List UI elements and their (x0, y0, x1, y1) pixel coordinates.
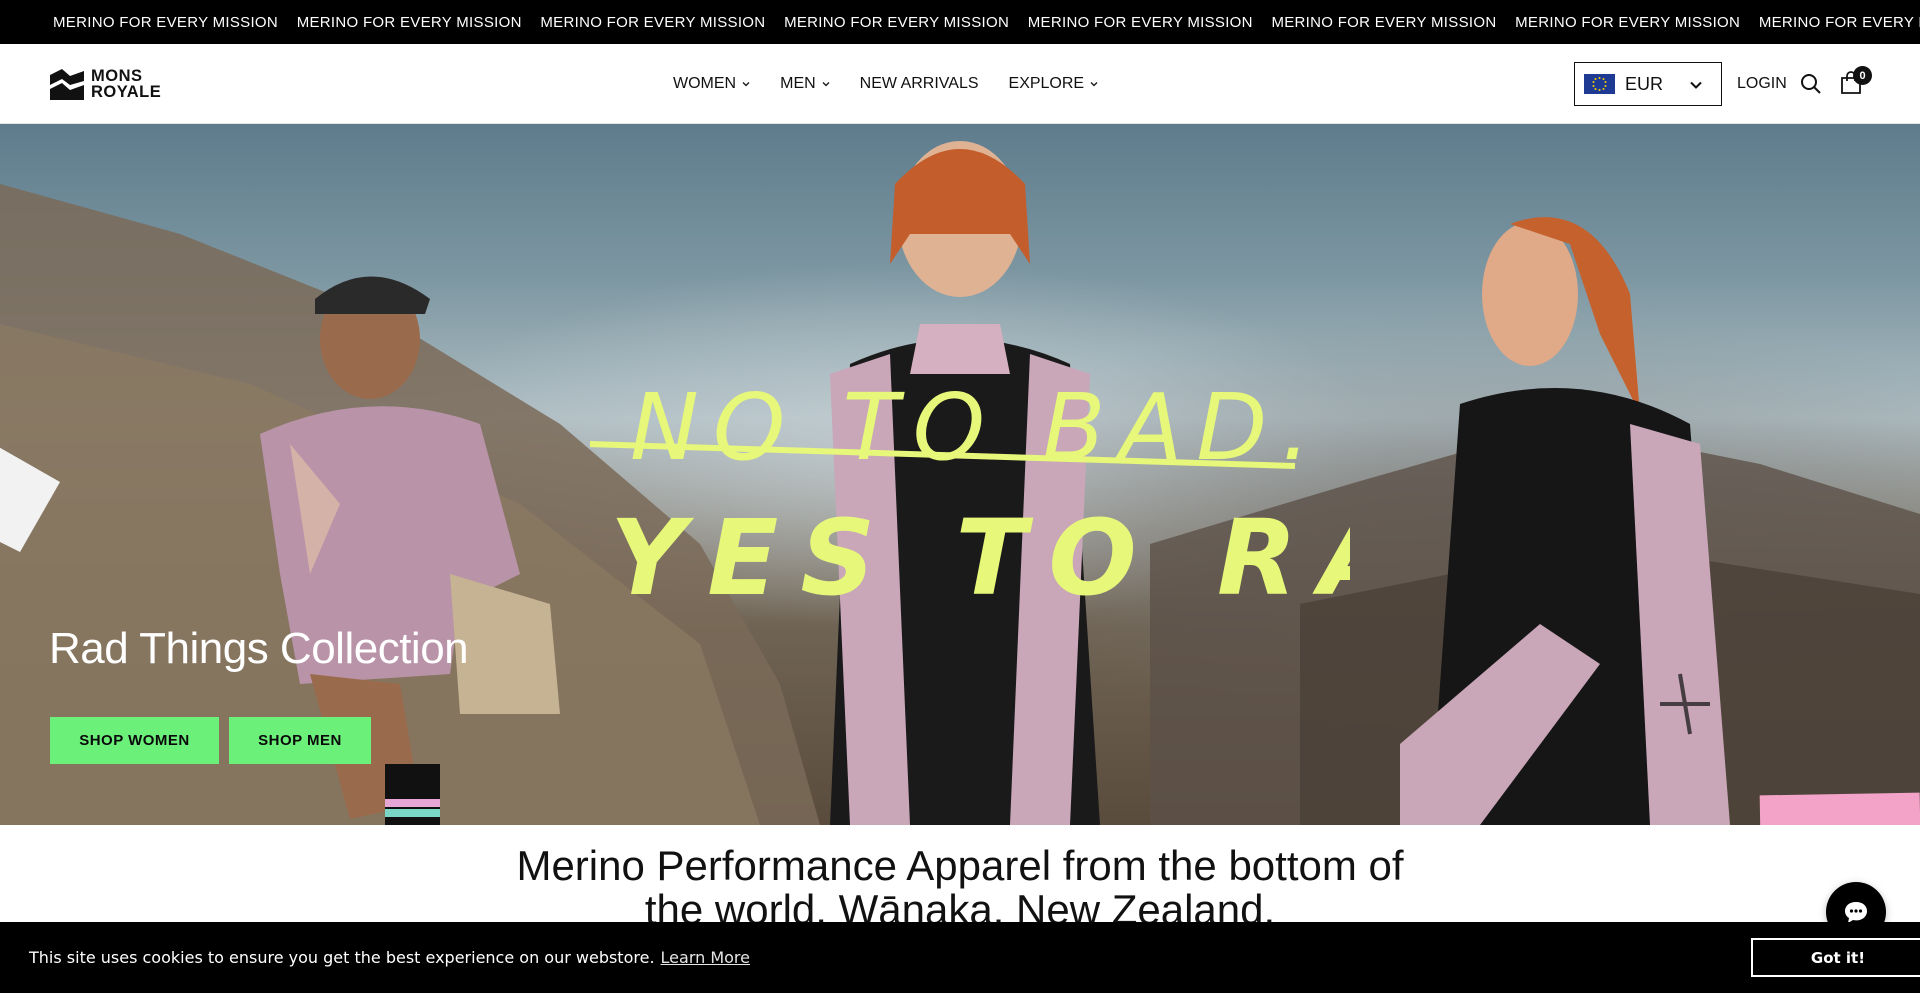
announcement-item: MERINO FOR EVERY MI (1758, 13, 1920, 31)
announcement-item: MERINO FOR EVERY MISSION (1515, 13, 1741, 31)
site-header: MONS ROYALE WOMEN MEN NEW ARRIVALS EXPLO… (0, 44, 1920, 124)
announcement-item: MERINO FOR EVERY MISSION (1027, 13, 1253, 31)
cookie-accept-button[interactable]: Got it! (1751, 938, 1920, 977)
intro-section: Merino Performance Apparel from the bott… (0, 825, 1920, 932)
announcement-item: MERINO FOR EVERY MISSION (1271, 13, 1497, 31)
hero-banner[interactable]: NO TO BAD. YES TO RAD Rad Things Collect… (0, 124, 1920, 825)
chevron-down-icon (1690, 81, 1702, 89)
currency-value: EUR (1625, 73, 1664, 94)
nav-item-men[interactable]: MEN (780, 75, 830, 93)
cookie-message: This site uses cookies to ensure you get… (29, 948, 655, 967)
announcement-bar: MERINO FOR EVERY MISSION MERINO FOR EVER… (0, 0, 1920, 44)
nav-label: WOMEN (673, 75, 737, 92)
announcement-track: MERINO FOR EVERY MISSION MERINO FOR EVER… (53, 0, 1920, 44)
login-link[interactable]: LOGIN (1737, 44, 1787, 124)
announcement-item: MERINO FOR EVERY MISSION (540, 13, 766, 31)
announcement-item: MERINO FOR EVERY MISSION (296, 13, 522, 31)
cookie-banner: This site uses cookies to ensure you get… (0, 922, 1920, 993)
shop-men-button[interactable]: SHOP MEN (229, 717, 371, 764)
shop-women-button[interactable]: SHOP WOMEN (50, 717, 219, 764)
handwritten-note-image (0, 447, 60, 552)
chevron-down-icon (1090, 82, 1098, 87)
nav-label: NEW ARRIVALS (859, 75, 979, 92)
nav-item-explore[interactable]: EXPLORE (1009, 75, 1099, 93)
main-nav: WOMEN MEN NEW ARRIVALS EXPLORE (673, 44, 1128, 124)
chevron-down-icon (742, 82, 750, 87)
hero-tagline-graphic: NO TO BAD. YES TO RAD (590, 374, 1350, 614)
logo-mark-icon (50, 69, 84, 100)
search-icon[interactable] (1800, 73, 1822, 95)
hero-title: Rad Things Collection (49, 624, 469, 673)
eu-flag-icon (1584, 74, 1615, 94)
currency-selector[interactable]: EUR (1574, 62, 1722, 106)
nav-item-new-arrivals[interactable]: NEW ARRIVALS (860, 75, 979, 93)
cookie-learn-more-link[interactable]: Learn More (661, 948, 750, 967)
tagline-main: YES TO RAD (610, 497, 1350, 614)
hero-buttons: SHOP WOMEN SHOP MEN (50, 717, 371, 764)
logo-line-2: ROYALE (91, 83, 162, 101)
nav-item-women[interactable]: WOMEN (673, 75, 750, 93)
logo-wordmark: MONS ROYALE (91, 67, 162, 101)
mons-royale-logo[interactable]: MONS ROYALE (49, 66, 179, 102)
nav-label: MEN (780, 75, 816, 92)
pink-card-image (1759, 792, 1920, 825)
announcement-item: MERINO FOR EVERY MISSION (53, 13, 279, 31)
intro-heading: Merino Performance Apparel from the bott… (516, 842, 1404, 933)
logo-line-1: MONS (91, 67, 143, 85)
announcement-item: MERINO FOR EVERY MISSION (784, 13, 1010, 31)
chevron-down-icon (822, 82, 830, 87)
nav-label: EXPLORE (1008, 75, 1085, 92)
cart-count-badge: 0 (1853, 66, 1872, 85)
